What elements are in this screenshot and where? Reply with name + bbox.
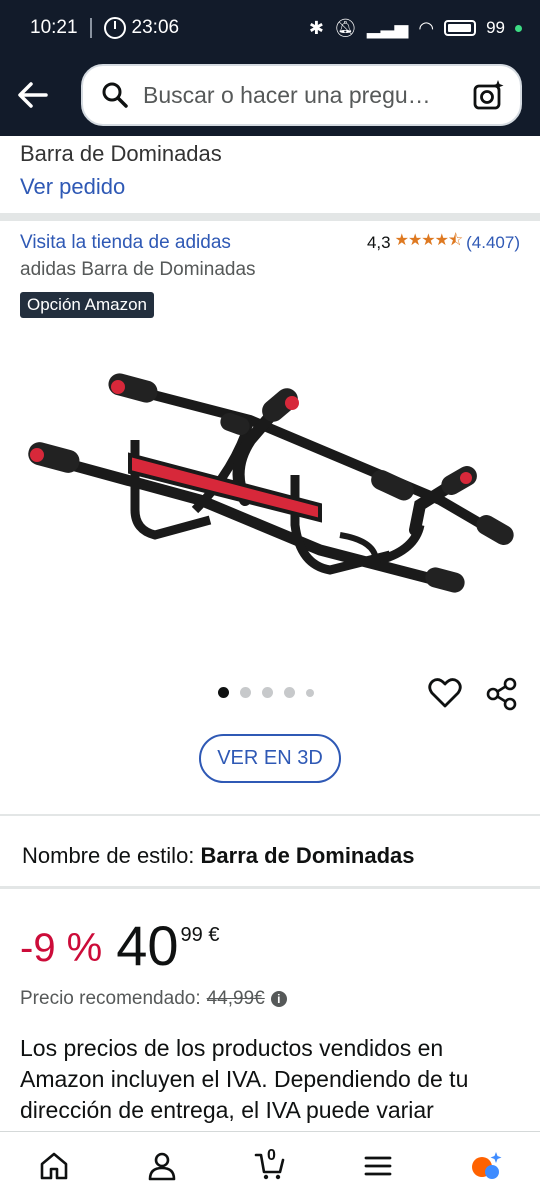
rating-count[interactable]: (4.407) <box>466 233 520 253</box>
price-fraction: 99 € <box>180 924 220 946</box>
nav-rufus[interactable] <box>456 1141 516 1191</box>
mute-icon: 🔕︎ <box>333 17 357 38</box>
nav-home[interactable] <box>24 1141 84 1191</box>
camera-search-icon[interactable] <box>472 78 506 112</box>
timer-icon <box>103 17 126 39</box>
bluetooth-icon: ✱ <box>308 17 324 38</box>
carousel-dot[interactable] <box>284 687 295 698</box>
status-time: 10:21 <box>30 17 78 38</box>
battery-icon <box>444 20 477 36</box>
user-icon <box>148 1152 176 1181</box>
privacy-dot-icon <box>515 24 522 32</box>
menu-icon <box>364 1156 392 1176</box>
price-whole: 40 <box>116 914 179 977</box>
discount-percent: -9 % <box>20 926 103 970</box>
home-icon <box>40 1152 68 1180</box>
battery-level: 99 <box>486 18 505 37</box>
search-icon <box>102 82 128 108</box>
recommended-price: Precio recomendado: 44,99€ i <box>20 988 287 1010</box>
nav-account[interactable] <box>132 1141 192 1191</box>
info-icon[interactable]: i <box>270 991 287 1007</box>
search-input[interactable] <box>143 81 472 109</box>
rrp-value: 44,99€ <box>206 988 265 1009</box>
star-rating-icon: ★★★★⯪ <box>394 232 464 249</box>
header <box>0 56 540 136</box>
carousel-dot[interactable] <box>240 687 251 698</box>
cart-count: 0 <box>267 1147 276 1164</box>
order-title: Barra de Dominadas <box>20 141 222 166</box>
rating[interactable]: 4,3 ★★★★⯪ (4.407) <box>367 229 520 256</box>
store-link[interactable]: Visita la tienda de adidas <box>20 232 231 254</box>
carousel-dot[interactable] <box>218 687 229 698</box>
divider <box>0 886 540 889</box>
price-block: -9 % 40 99 € <box>20 916 219 976</box>
product-image[interactable] <box>20 360 520 610</box>
view-order-link[interactable]: Ver pedido <box>20 169 520 205</box>
bottom-nav: 0 <box>0 1131 540 1200</box>
style-name-row[interactable]: Nombre de estilo: Barra de Dominadas <box>22 843 415 869</box>
view-3d-button[interactable]: VER EN 3D <box>199 734 341 783</box>
wishlist-heart-icon[interactable] <box>428 677 462 709</box>
back-arrow-icon[interactable] <box>16 78 50 112</box>
style-value: Barra de Dominadas <box>200 843 415 868</box>
image-carousel-dots[interactable] <box>218 687 314 698</box>
store-rating-row: Visita la tienda de adidas 4,3 ★★★★⯪ (4.… <box>20 229 520 256</box>
share-icon[interactable] <box>486 677 518 711</box>
carousel-dot[interactable] <box>306 688 314 697</box>
nav-cart[interactable]: 0 <box>240 1141 300 1191</box>
nav-menu[interactable] <box>348 1141 408 1191</box>
order-summary: Barra de Dominadas Ver pedido <box>0 136 540 205</box>
product-title: adidas Barra de Dominadas <box>20 259 256 280</box>
vat-notice: Los precios de los productos vendidos en… <box>20 1035 469 1123</box>
section-divider <box>0 213 540 221</box>
status-bar: 10:21 23:06 ✱ 🔕︎ ▂▃▅ ◠ 99 <box>0 0 540 56</box>
signal-icon: ▂▃▅ <box>366 17 409 38</box>
status-timer: 23:06 <box>131 17 180 38</box>
style-label: Nombre de estilo: <box>22 843 195 868</box>
carousel-dot[interactable] <box>262 687 273 698</box>
divider <box>0 814 540 816</box>
amazon-choice-badge: Opción Amazon <box>20 292 155 318</box>
rrp-label: Precio recomendado: <box>20 988 201 1009</box>
search-bar[interactable] <box>81 64 522 126</box>
wifi-icon: ◠ <box>418 17 435 38</box>
rufus-assistant-icon <box>472 1152 502 1179</box>
rating-value: 4,3 <box>366 232 391 252</box>
